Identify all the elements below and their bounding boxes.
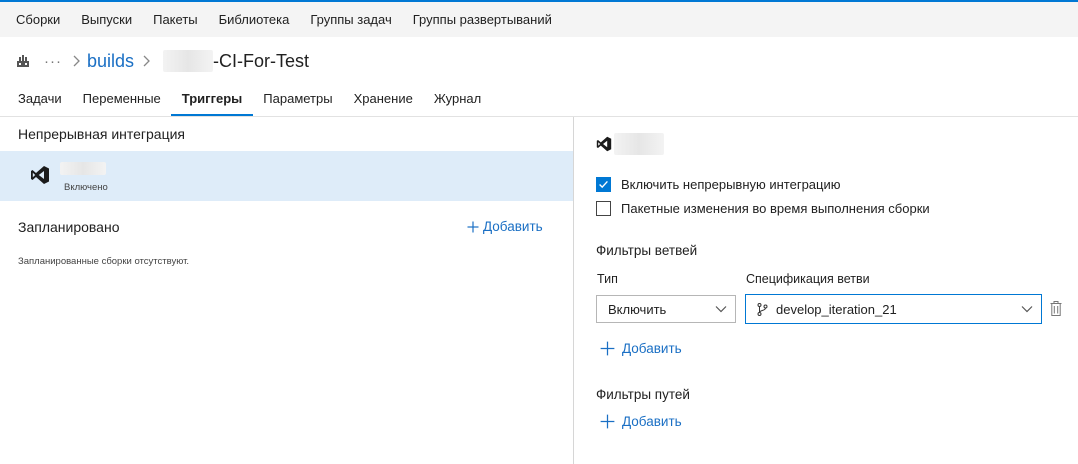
- visual-studio-icon: [596, 136, 612, 152]
- tab-bar: Задачи Переменные Триггеры Параметры Хра…: [0, 86, 492, 116]
- filter-type-value: Включить: [608, 301, 667, 317]
- chevron-right-icon: [143, 55, 150, 67]
- add-path-filter-button[interactable]: Добавить: [600, 414, 682, 429]
- chevron-down-icon: [1021, 306, 1033, 313]
- add-branch-filter-label: Добавить: [622, 341, 682, 356]
- type-label: Тип: [597, 272, 618, 286]
- enable-ci-option[interactable]: Включить непрерывную интеграцию: [596, 177, 841, 192]
- pipeline-title: -CI-For-Test: [213, 50, 310, 71]
- breadcrumb-more[interactable]: ···: [44, 53, 62, 70]
- nav-library[interactable]: Библиотека: [208, 12, 300, 27]
- ci-section-title: Непрерывная интеграция: [18, 126, 186, 142]
- chevron-right-icon: [73, 55, 80, 67]
- branch-spec-label: Спецификация ветви: [746, 272, 870, 286]
- add-schedule-label: Добавить: [483, 219, 543, 234]
- breadcrumb-builds-link[interactable]: builds: [87, 51, 134, 72]
- trash-icon[interactable]: [1050, 301, 1062, 316]
- pipeline-icon: [17, 55, 29, 67]
- top-nav: Сборки Выпуски Пакеты Библиотека Группы …: [0, 0, 1078, 37]
- plus-icon: [467, 221, 479, 232]
- enable-ci-checkbox[interactable]: [596, 177, 611, 192]
- add-path-filter-label: Добавить: [622, 414, 682, 429]
- add-schedule-button[interactable]: Добавить: [467, 219, 543, 234]
- repo-header: [596, 133, 664, 155]
- branch-icon: [757, 302, 768, 316]
- header-divider: [0, 116, 1078, 117]
- enable-ci-label: Включить непрерывную интеграцию: [621, 177, 841, 192]
- batch-changes-option[interactable]: Пакетные изменения во время выполнения с…: [596, 201, 930, 216]
- batch-changes-label: Пакетные изменения во время выполнения с…: [621, 201, 930, 216]
- plus-icon: [600, 341, 615, 356]
- chevron-down-icon: [715, 306, 727, 313]
- nav-task-groups[interactable]: Группы задач: [300, 12, 402, 27]
- scheduled-section-title: Запланировано: [18, 219, 120, 235]
- tab-options[interactable]: Параметры: [253, 86, 343, 116]
- visual-studio-icon: [31, 166, 49, 184]
- ci-repo-item[interactable]: Включено: [0, 151, 573, 201]
- redacted-repo-name: [614, 133, 664, 155]
- breadcrumb: ··· builds -CI-For-Test: [16, 48, 309, 74]
- batch-changes-checkbox[interactable]: [596, 201, 611, 216]
- branch-spec-dropdown[interactable]: develop_iteration_21: [745, 294, 1042, 324]
- add-branch-filter-button[interactable]: Добавить: [600, 341, 682, 356]
- tab-variables[interactable]: Переменные: [72, 86, 171, 116]
- branch-filters-title: Фильтры ветвей: [596, 243, 698, 258]
- tab-tasks[interactable]: Задачи: [0, 86, 72, 116]
- tab-history[interactable]: Журнал: [423, 86, 491, 116]
- nav-builds[interactable]: Сборки: [0, 12, 71, 27]
- tab-triggers[interactable]: Триггеры: [171, 86, 253, 116]
- nav-releases[interactable]: Выпуски: [71, 12, 143, 27]
- panel-divider: [573, 117, 574, 464]
- scheduled-empty-text: Запланированные сборки отсутствуют.: [18, 256, 190, 267]
- branch-spec-value: develop_iteration_21: [776, 301, 897, 317]
- checkmark-icon: [599, 180, 608, 189]
- nav-packages[interactable]: Пакеты: [143, 12, 209, 27]
- filter-type-dropdown[interactable]: Включить: [596, 295, 736, 323]
- plus-icon: [600, 414, 615, 429]
- path-filters-title: Фильтры путей: [596, 387, 690, 402]
- redacted-repo-name: [60, 162, 106, 175]
- nav-deployment-groups[interactable]: Группы развертываний: [402, 12, 562, 27]
- redacted-name: [163, 50, 214, 72]
- tab-retention[interactable]: Хранение: [343, 86, 423, 116]
- repo-status: Включено: [64, 182, 108, 193]
